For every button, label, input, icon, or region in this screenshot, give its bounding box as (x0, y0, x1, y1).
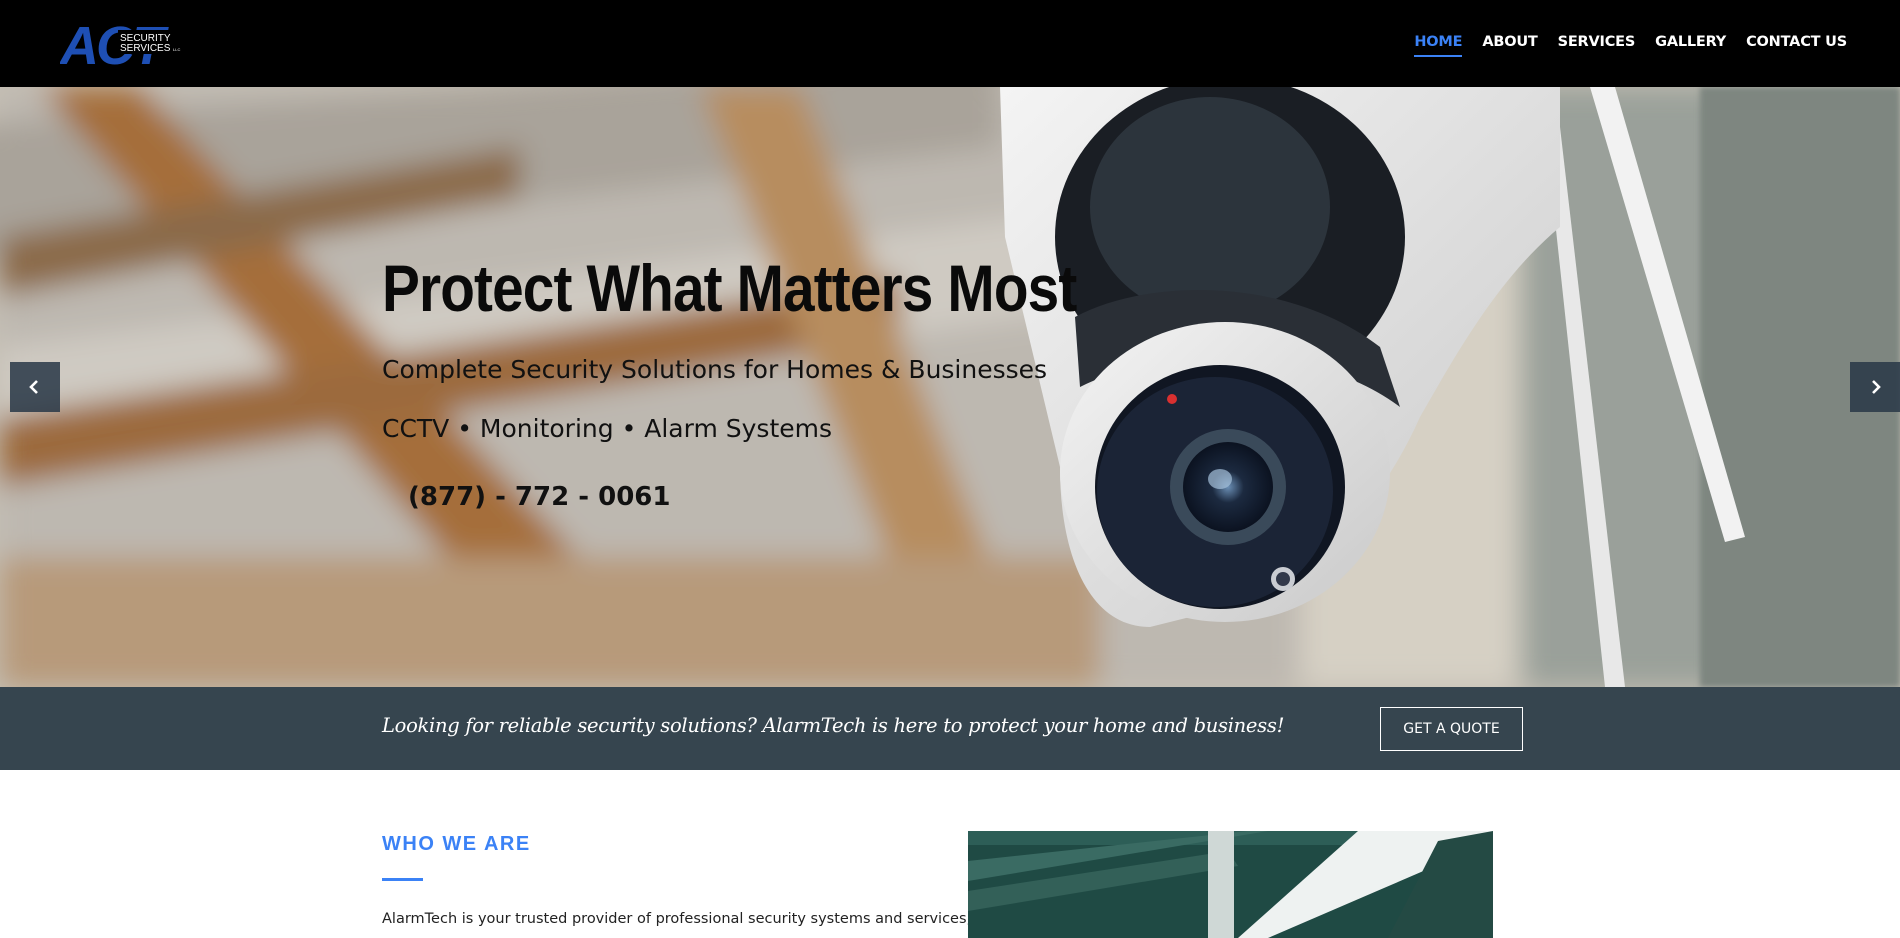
cta-band: Looking for reliable security solutions?… (0, 687, 1900, 770)
hero-background-image (0, 87, 1900, 687)
nav-home[interactable]: HOME (1414, 34, 1463, 57)
logo[interactable]: ACT SECURITY SERVICES LLC (58, 16, 210, 76)
site-header: ACT SECURITY SERVICES LLC HOME ABOUT SER… (0, 0, 1900, 87)
main-nav: HOME ABOUT SERVICES GALLERY CONTACT US (1394, 34, 1847, 57)
nav-about[interactable]: ABOUT (1482, 34, 1537, 57)
slider-next-button[interactable] (1850, 362, 1900, 412)
chevron-right-icon (1872, 380, 1881, 394)
hero-slider: Protect What Matters Most Complete Secur… (0, 87, 1900, 687)
hero-subtitle: Complete Security Solutions for Homes & … (382, 355, 1048, 384)
logo-line2: SERVICES (120, 43, 171, 54)
hero-title: Protect What Matters Most (382, 251, 1077, 325)
logo-suffix: LLC (173, 47, 180, 52)
nav-gallery[interactable]: GALLERY (1655, 34, 1726, 57)
hero-services-line: CCTV • Monitoring • Alarm Systems (382, 414, 833, 443)
cta-text: Looking for reliable security solutions?… (382, 714, 1285, 737)
get-a-quote-button[interactable]: GET A QUOTE (1380, 707, 1523, 751)
about-image (968, 831, 1493, 938)
hero-phone[interactable]: (877) - 772 - 0061 (408, 482, 670, 512)
nav-contact-us[interactable]: CONTACT US (1746, 34, 1847, 57)
nav-services[interactable]: SERVICES (1558, 34, 1636, 57)
heading-underline (382, 878, 423, 881)
slider-prev-button[interactable] (10, 362, 60, 412)
chevron-left-icon (29, 380, 38, 394)
about-paragraph: AlarmTech is your trusted provider of pr… (382, 911, 972, 927)
who-we-are-heading: WHO WE ARE (382, 833, 531, 855)
